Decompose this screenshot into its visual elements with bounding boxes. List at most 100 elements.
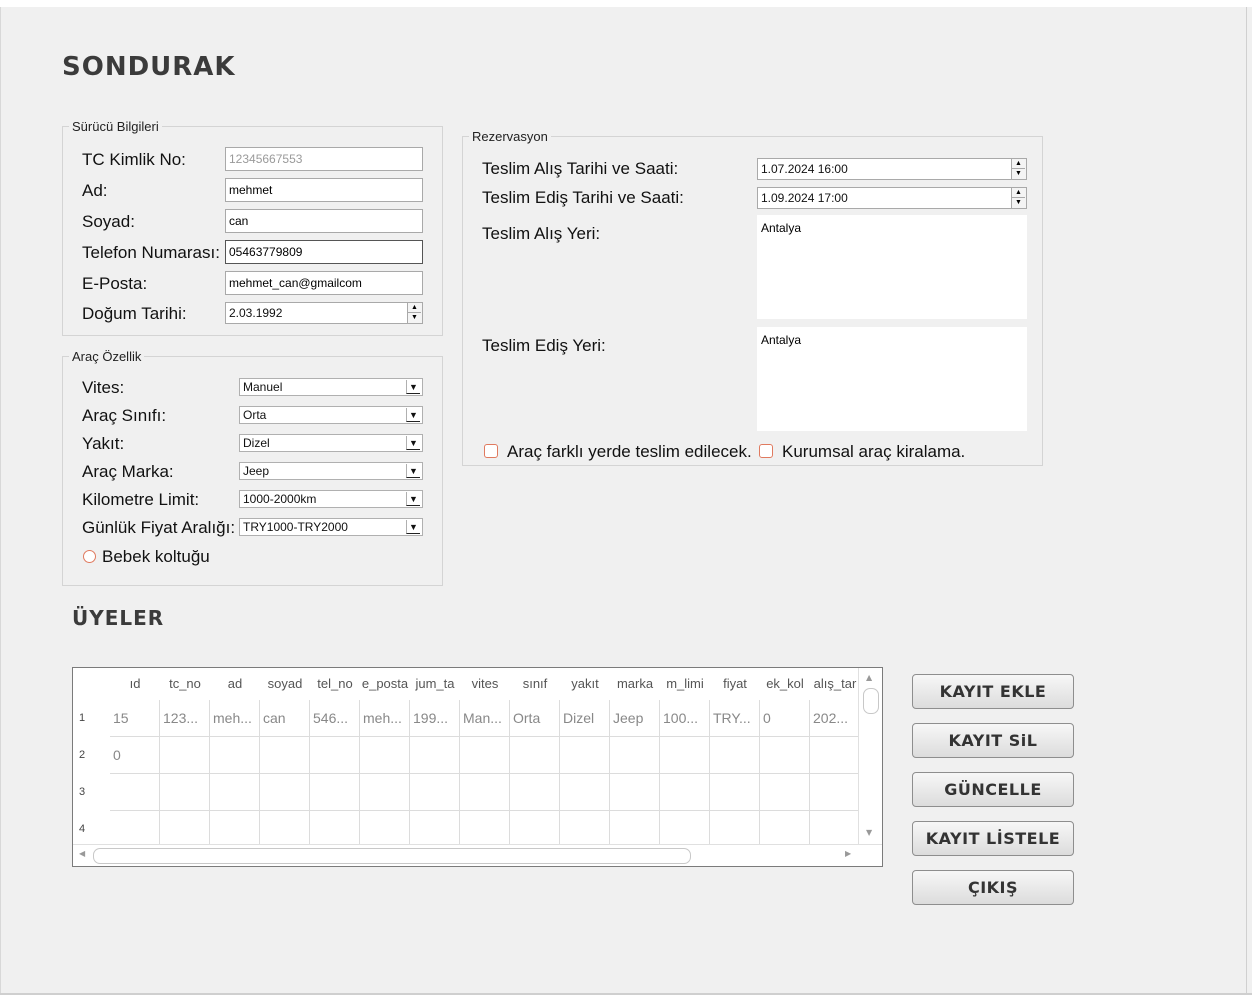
table-cell[interactable] <box>360 811 410 848</box>
scroll-right-icon[interactable]: ▶ <box>845 849 851 858</box>
column-header[interactable]: jum_ta <box>410 668 460 700</box>
table-cell[interactable] <box>610 811 660 848</box>
scroll-left-icon[interactable]: ◀ <box>79 849 85 858</box>
dropdown-arrow-icon[interactable]: ▼ <box>406 492 420 506</box>
add-record-button[interactable]: KAYIT EKLE <box>912 674 1074 709</box>
table-cell[interactable] <box>660 774 710 811</box>
table-cell[interactable]: 0 <box>760 700 810 737</box>
row-header[interactable]: 3 <box>73 774 110 811</box>
table-cell[interactable] <box>760 811 810 848</box>
email-input[interactable]: mehmet_can@gmailcom <box>225 271 423 295</box>
update-button[interactable]: GÜNCELLE <box>912 772 1074 807</box>
dropoff-spin-buttons[interactable]: ▲ ▼ <box>1011 188 1026 208</box>
table-cell[interactable] <box>160 737 210 774</box>
table-cell[interactable] <box>260 737 310 774</box>
spin-down-icon[interactable]: ▼ <box>1012 169 1025 179</box>
delete-record-button[interactable]: KAYIT SiL <box>912 723 1074 758</box>
row-header[interactable]: 1 <box>73 700 110 737</box>
dropoff-datetime-spinbox[interactable]: 1.09.2024 17:00 ▲ ▼ <box>757 187 1027 209</box>
table-cell[interactable] <box>360 737 410 774</box>
exit-button[interactable]: ÇIKIŞ <box>912 870 1074 905</box>
table-cell[interactable] <box>410 737 460 774</box>
spin-up-icon[interactable]: ▲ <box>1012 159 1025 169</box>
yakit-select[interactable]: Dizel ▼ <box>239 434 423 452</box>
table-cell[interactable] <box>410 811 460 848</box>
table-cell[interactable] <box>310 737 360 774</box>
corporate-checkbox[interactable] <box>759 444 773 458</box>
table-cell[interactable]: 0 <box>110 737 160 774</box>
table-cell[interactable] <box>160 811 210 848</box>
table-cell[interactable]: can <box>260 700 310 737</box>
dropdown-arrow-icon[interactable]: ▼ <box>406 520 420 534</box>
table-cell[interactable] <box>210 737 260 774</box>
dropdown-arrow-icon[interactable]: ▼ <box>406 464 420 478</box>
table-cell[interactable] <box>510 774 560 811</box>
table-cell[interactable] <box>210 811 260 848</box>
different-place-checkbox[interactable] <box>484 444 498 458</box>
fiyat-select[interactable]: TRY1000-TRY2000 ▼ <box>239 518 423 536</box>
column-header[interactable]: m_limi <box>660 668 710 700</box>
baby-seat-radio[interactable] <box>83 550 96 563</box>
dropdown-arrow-icon[interactable]: ▼ <box>406 380 420 394</box>
table-cell[interactable]: meh... <box>360 700 410 737</box>
table-cell[interactable]: TRY... <box>710 700 760 737</box>
table-cell[interactable] <box>510 811 560 848</box>
dropdown-arrow-icon[interactable]: ▼ <box>406 408 420 422</box>
column-header[interactable]: vites <box>460 668 510 700</box>
tel-input[interactable]: 05463779809 <box>225 240 423 264</box>
column-header[interactable]: soyad <box>260 668 310 700</box>
soyad-input[interactable]: can <box>225 209 423 233</box>
table-cell[interactable] <box>210 774 260 811</box>
list-records-button[interactable]: KAYIT LİSTELE <box>912 821 1074 856</box>
table-cell[interactable] <box>260 811 310 848</box>
vertical-scrollbar[interactable]: ▲ ▼ <box>858 668 882 844</box>
table-cell[interactable]: 546... <box>310 700 360 737</box>
table-cell[interactable] <box>610 737 660 774</box>
marka-select[interactable]: Jeep ▼ <box>239 462 423 480</box>
row-header[interactable]: 2 <box>73 737 110 774</box>
table-cell[interactable] <box>310 774 360 811</box>
table-cell[interactable] <box>660 811 710 848</box>
table-cell[interactable] <box>510 737 560 774</box>
dob-spinbox[interactable]: 2.03.1992 ▲ ▼ <box>225 302 423 324</box>
table-cell[interactable] <box>710 737 760 774</box>
horizontal-scrollbar[interactable]: ◀ ▶ <box>73 844 882 866</box>
spin-up-icon[interactable]: ▲ <box>408 303 421 313</box>
table-cell[interactable]: meh... <box>210 700 260 737</box>
table-cell[interactable] <box>560 737 610 774</box>
table-cell[interactable]: Jeep <box>610 700 660 737</box>
table-cell[interactable] <box>810 811 860 848</box>
ad-input[interactable]: mehmet <box>225 178 423 202</box>
table-cell[interactable]: 199... <box>410 700 460 737</box>
column-header[interactable]: ad <box>210 668 260 700</box>
km-select[interactable]: 1000-2000km ▼ <box>239 490 423 508</box>
table-cell[interactable] <box>660 737 710 774</box>
table-cell[interactable] <box>460 774 510 811</box>
table-cell[interactable]: Man... <box>460 700 510 737</box>
table-cell[interactable] <box>460 811 510 848</box>
scroll-down-icon[interactable]: ▼ <box>866 828 872 837</box>
horizontal-scroll-thumb[interactable] <box>93 848 691 864</box>
table-cell[interactable] <box>160 774 210 811</box>
table-cell[interactable] <box>810 737 860 774</box>
pickup-spin-buttons[interactable]: ▲ ▼ <box>1011 159 1026 179</box>
column-header[interactable]: sınıf <box>510 668 560 700</box>
pickup-datetime-spinbox[interactable]: 1.07.2024 16:00 ▲ ▼ <box>757 158 1027 180</box>
column-header[interactable]: e_posta <box>360 668 410 700</box>
table-cell[interactable] <box>610 774 660 811</box>
table-cell[interactable] <box>810 774 860 811</box>
table-cell[interactable]: 202... <box>810 700 860 737</box>
column-header[interactable]: ıd <box>110 668 160 700</box>
table-cell[interactable]: Orta <box>510 700 560 737</box>
table-cell[interactable] <box>110 774 160 811</box>
table-cell[interactable] <box>410 774 460 811</box>
row-header[interactable]: 4 <box>73 811 110 848</box>
table-cell[interactable] <box>710 774 760 811</box>
table-cell[interactable] <box>760 737 810 774</box>
table-cell[interactable]: 15 <box>110 700 160 737</box>
table-cell[interactable]: 100... <box>660 700 710 737</box>
table-cell[interactable]: Dizel <box>560 700 610 737</box>
pickup-place-textarea[interactable]: Antalya <box>757 215 1027 319</box>
table-cell[interactable] <box>710 811 760 848</box>
vites-select[interactable]: Manuel ▼ <box>239 378 423 396</box>
